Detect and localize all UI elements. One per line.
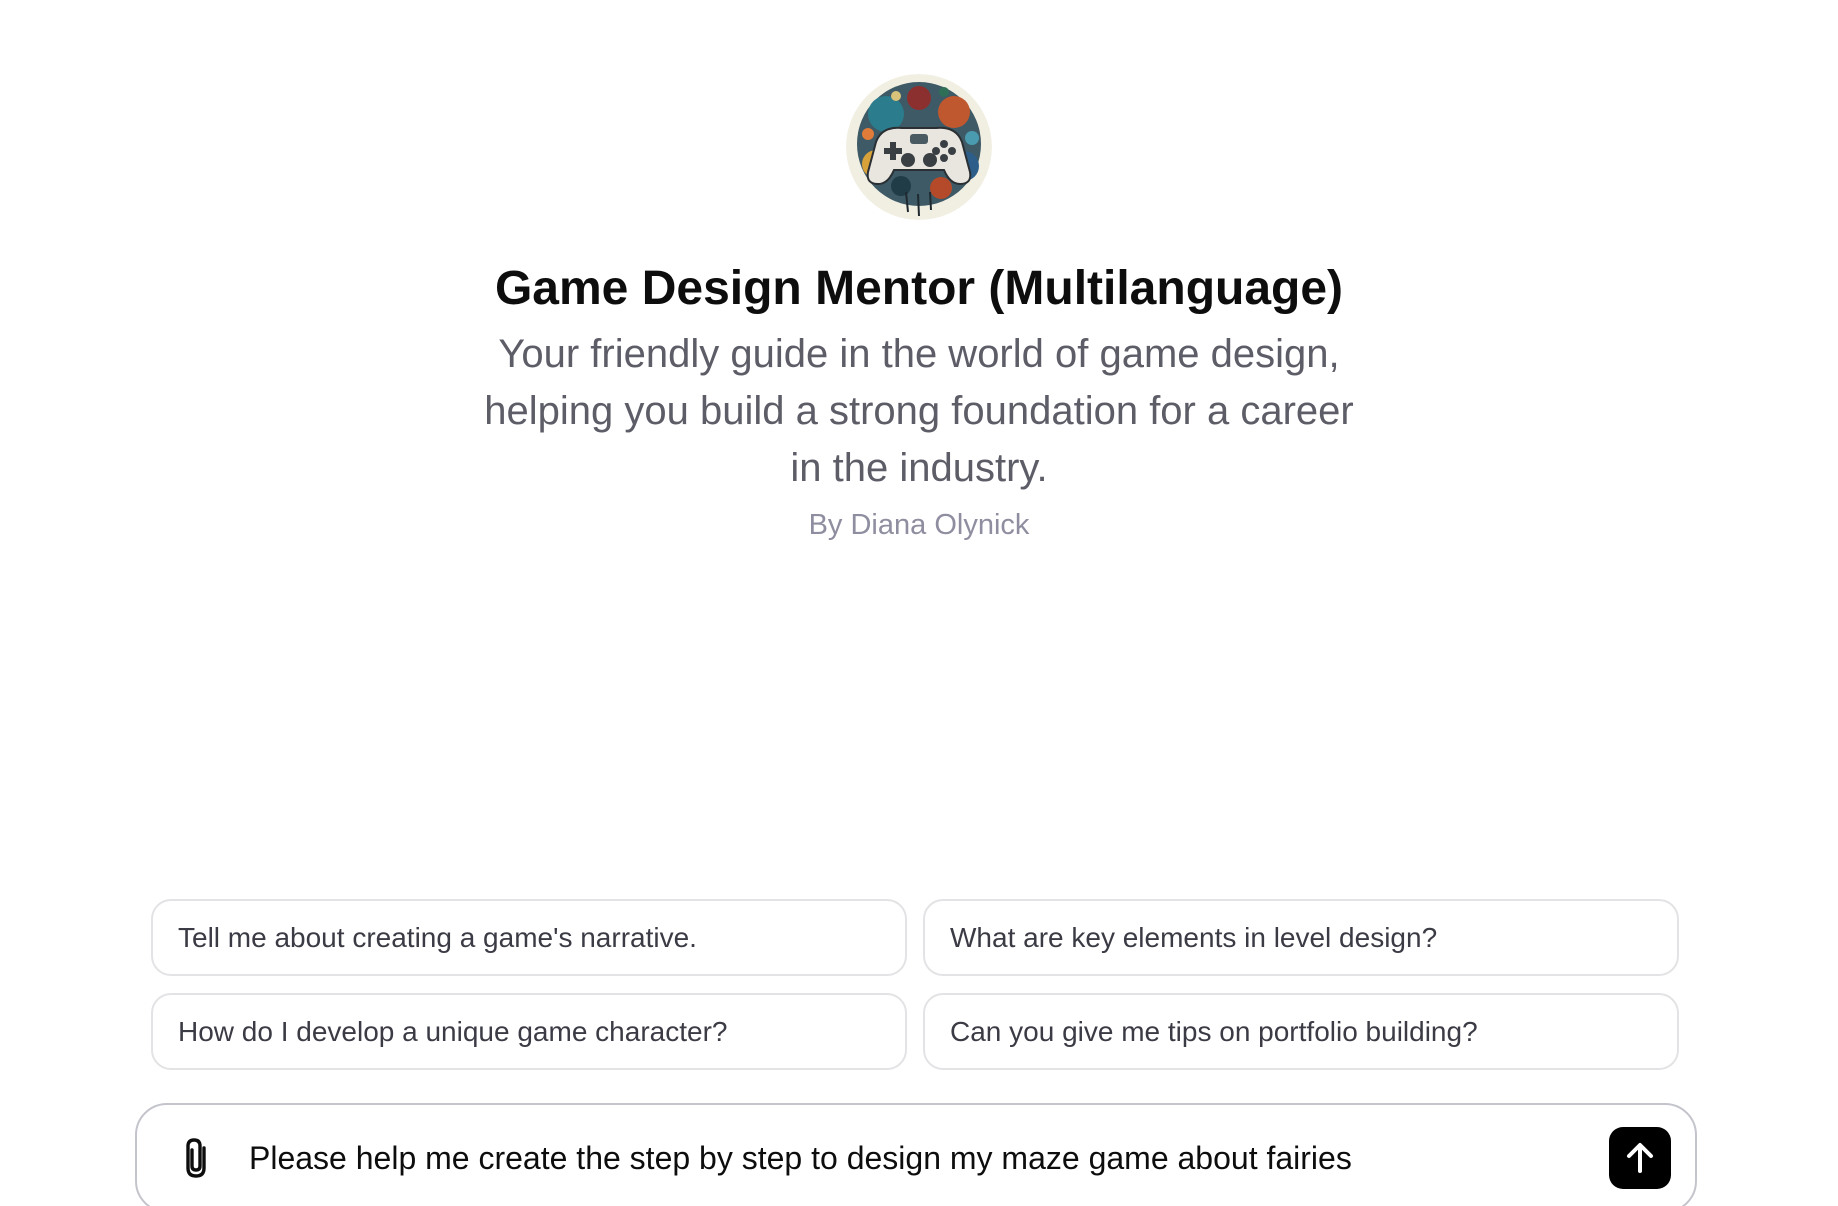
gpt-title: Game Design Mentor (Multilanguage) — [494, 262, 1344, 315]
gpt-landing-page: Game Design Mentor (Multilanguage) Your … — [0, 0, 1838, 1206]
starter-button[interactable]: Tell me about creating a game's narrativ… — [151, 899, 907, 976]
message-input[interactable]: Please help me create the step by step t… — [249, 1140, 1609, 1177]
gpt-hero: Game Design Mentor (Multilanguage) Your … — [0, 74, 1838, 542]
starter-button[interactable]: How do I develop a unique game character… — [151, 993, 907, 1070]
gamepad-splash-icon — [846, 74, 992, 220]
attach-button[interactable] — [171, 1131, 225, 1185]
gpt-description: Your friendly guide in the world of game… — [484, 331, 1354, 490]
starter-button[interactable]: Can you give me tips on portfolio buildi… — [923, 993, 1679, 1070]
paperclip-icon — [186, 1138, 206, 1178]
arrow-up-icon — [1627, 1143, 1653, 1173]
conversation-starters: Tell me about creating a game's narrativ… — [151, 899, 1679, 1070]
send-button[interactable] — [1609, 1127, 1671, 1189]
gpt-author: By Diana Olynick — [808, 508, 1030, 541]
gpt-avatar — [846, 74, 992, 220]
message-composer: Please help me create the step by step t… — [135, 1103, 1697, 1206]
starter-button[interactable]: What are key elements in level design? — [923, 899, 1679, 976]
